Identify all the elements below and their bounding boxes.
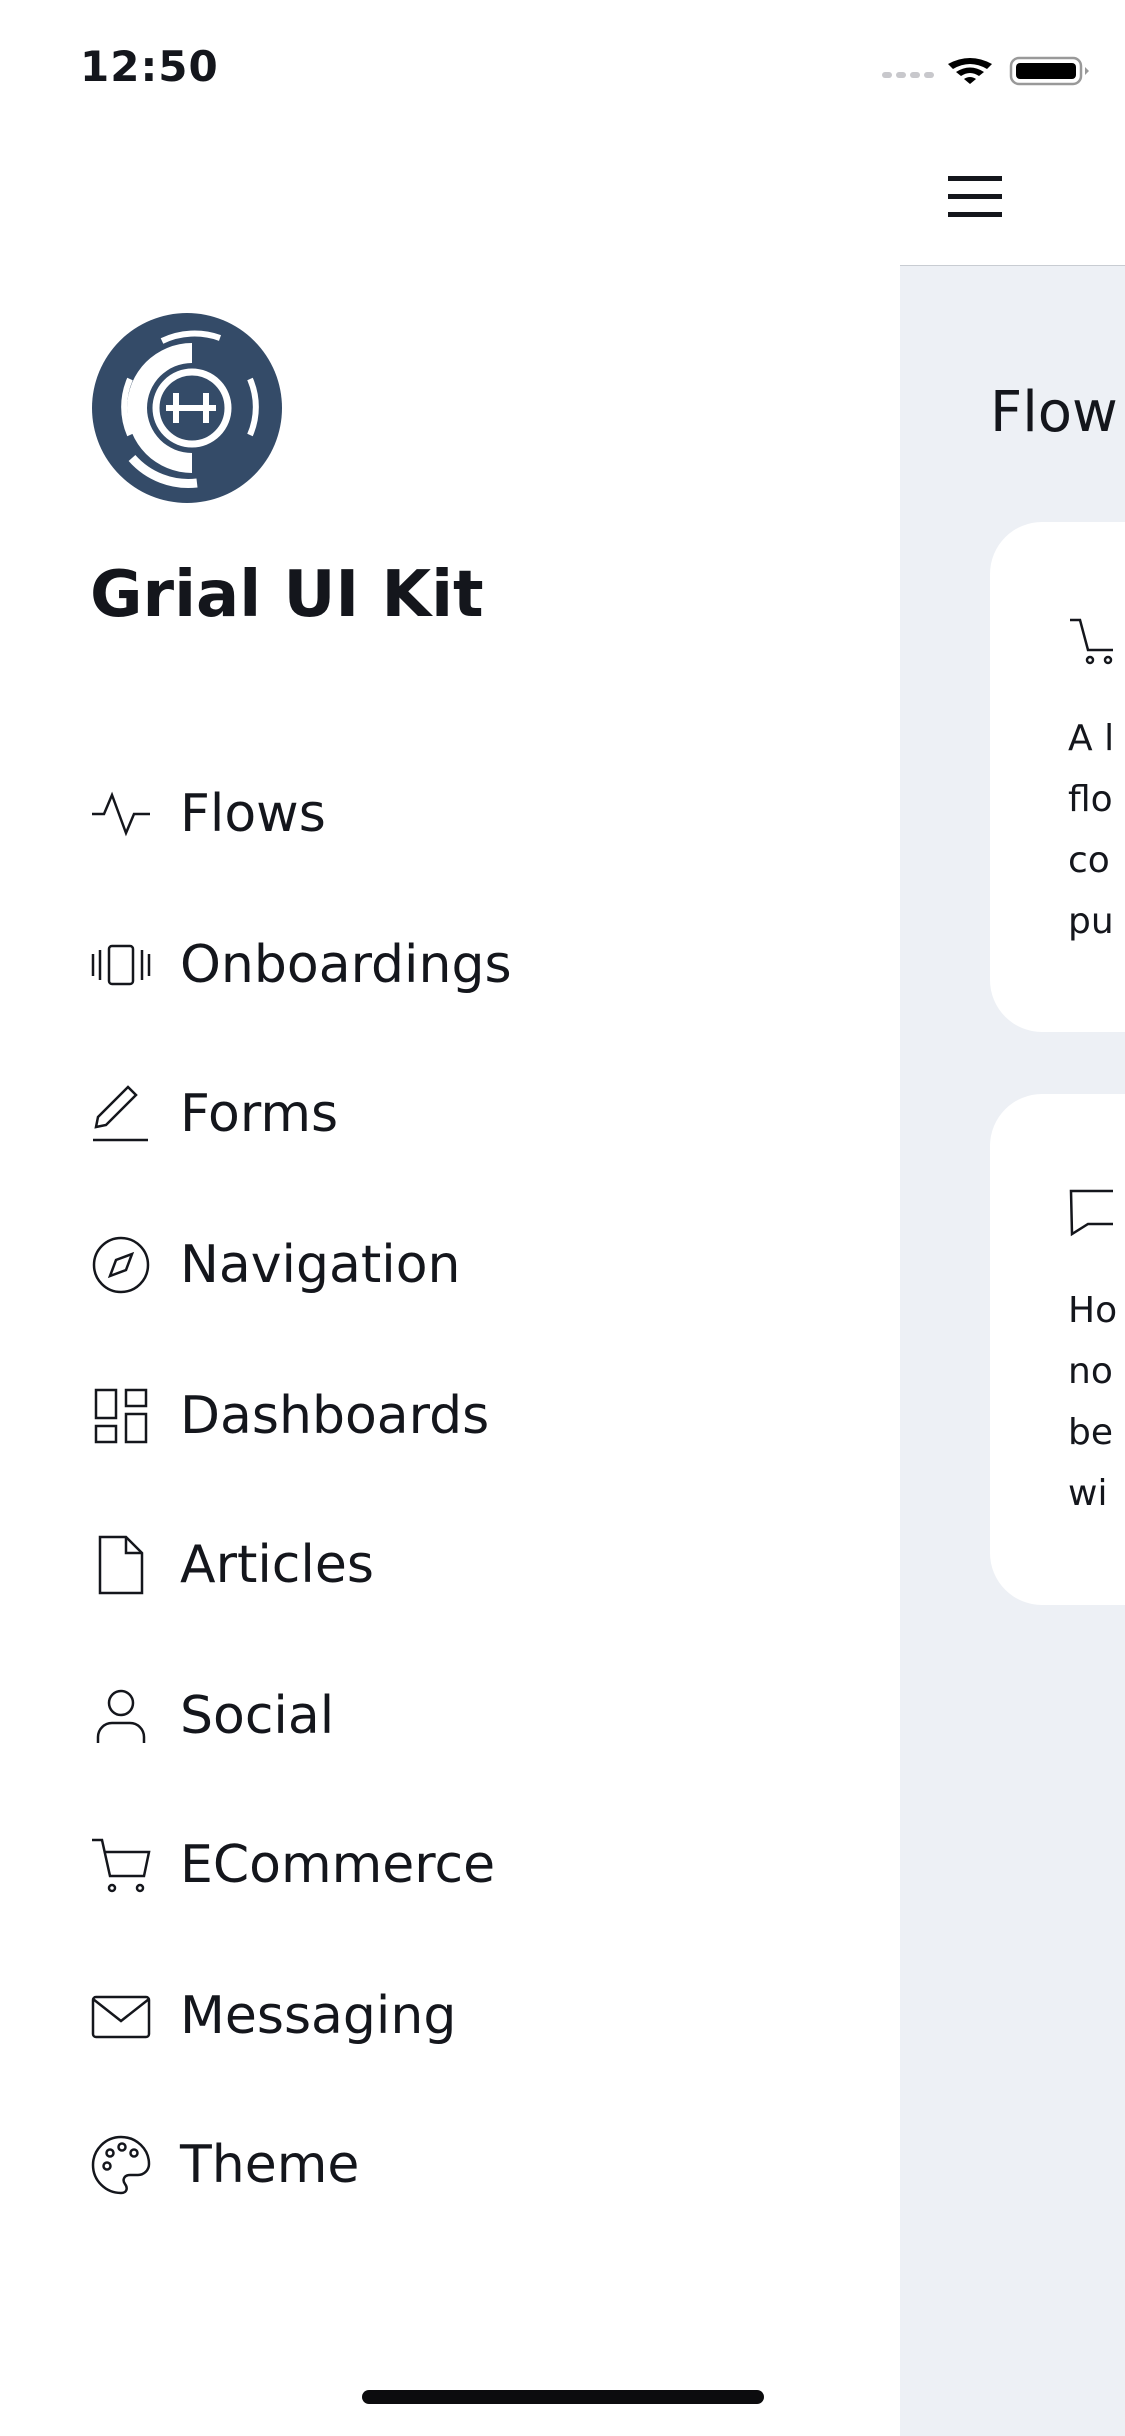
hamburger-icon[interactable] bbox=[948, 176, 1002, 218]
main-header bbox=[900, 0, 1125, 265]
menu-item-label: Onboardings bbox=[180, 935, 512, 995]
menu-item-social[interactable]: Social bbox=[90, 1671, 334, 1761]
home-indicator[interactable] bbox=[362, 2390, 764, 2404]
page-title: Flow bbox=[990, 380, 1118, 445]
flow-card-ecommerce[interactable]: A l flo co pu bbox=[990, 522, 1125, 1032]
menu-item-onboardings[interactable]: Onboardings bbox=[90, 920, 512, 1010]
cart-icon bbox=[1070, 618, 1113, 665]
menu-item-navigation[interactable]: Navigation bbox=[90, 1220, 460, 1310]
user-icon bbox=[96, 1689, 146, 1743]
card-description: Ho no be wi bbox=[1068, 1290, 1118, 1514]
carousel-icon bbox=[91, 944, 151, 986]
menu-item-label: Dashboards bbox=[180, 1386, 490, 1446]
file-icon bbox=[98, 1535, 144, 1595]
palette-icon bbox=[91, 2135, 151, 2195]
compass-icon bbox=[92, 1236, 150, 1294]
menu-item-label: Navigation bbox=[180, 1235, 461, 1295]
signal-icon bbox=[882, 72, 934, 78]
cart-icon bbox=[92, 1838, 151, 1893]
menu-item-label: Theme bbox=[180, 2135, 360, 2195]
flow-card-messaging[interactable]: Ho no be wi bbox=[990, 1094, 1125, 1605]
menu-item-label: Forms bbox=[180, 1084, 339, 1144]
menu-item-messaging[interactable]: Messaging bbox=[90, 1971, 456, 2061]
menu-item-flows[interactable]: Flows bbox=[90, 769, 326, 859]
menu-item-ecommerce[interactable]: ECommerce bbox=[90, 1820, 495, 1910]
battery-icon bbox=[1009, 56, 1089, 86]
menu-item-dashboards[interactable]: Dashboards bbox=[90, 1371, 489, 1461]
app-title: Grial UI Kit bbox=[90, 558, 484, 632]
dashboard-icon bbox=[94, 1388, 148, 1444]
menu-item-label: Articles bbox=[180, 1535, 374, 1595]
activity-icon bbox=[92, 791, 150, 837]
status-icons bbox=[882, 56, 1089, 86]
menu-item-forms[interactable]: Forms bbox=[90, 1069, 338, 1159]
menu-item-label: Messaging bbox=[180, 1986, 457, 2046]
menu-item-theme[interactable]: Theme bbox=[90, 2120, 359, 2210]
wifi-icon bbox=[948, 58, 992, 84]
menu-item-articles[interactable]: Articles bbox=[90, 1520, 374, 1610]
card-description: A l flo co pu bbox=[1068, 718, 1115, 942]
chat-icon bbox=[1069, 1189, 1113, 1237]
menu-item-label: Social bbox=[180, 1686, 335, 1746]
menu-item-label: Flows bbox=[180, 784, 326, 844]
grial-logo bbox=[92, 313, 282, 503]
edit-icon bbox=[93, 1085, 148, 1142]
mail-icon bbox=[91, 1995, 151, 2039]
status-time: 12:50 bbox=[80, 42, 219, 91]
menu-item-label: ECommerce bbox=[180, 1835, 496, 1895]
